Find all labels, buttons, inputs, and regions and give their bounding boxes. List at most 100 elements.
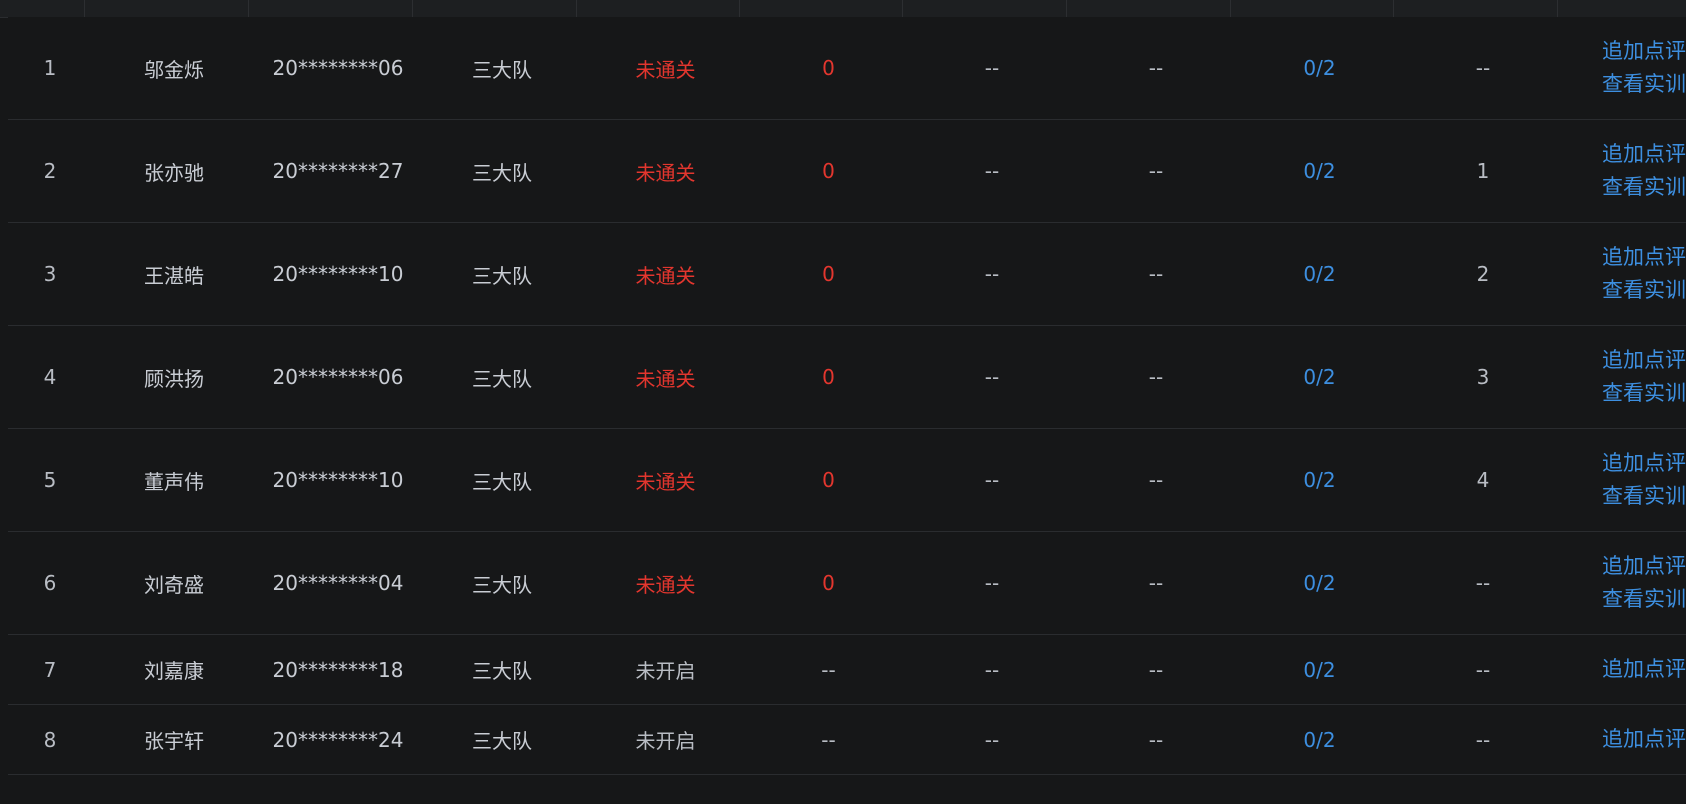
progress-value: 0/2 — [1303, 365, 1336, 389]
status-text: 未通关 — [635, 469, 696, 494]
team-name: 三大队 — [472, 729, 532, 753]
student-id: 20********24 — [272, 727, 404, 752]
row-index: 8 — [43, 727, 57, 752]
header-divider — [1557, 0, 1558, 17]
value-cell: -- — [984, 571, 1000, 595]
value-cell: -- — [1148, 262, 1164, 286]
value-cell: -- — [984, 657, 1000, 682]
row-actions: 追加点评 — [1565, 705, 1686, 774]
team-name: 三大队 — [472, 263, 532, 288]
team-name: 三大队 — [472, 469, 532, 494]
score-value: 0 — [822, 468, 835, 492]
rank-value: -- — [1475, 727, 1491, 752]
add-comment-link[interactable]: 追加点评 — [1602, 447, 1686, 480]
row-actions: 追加点评 查看实训 — [1565, 429, 1686, 531]
status-text: 未通关 — [635, 572, 696, 597]
rank-value: -- — [1475, 56, 1491, 80]
row-index: 7 — [43, 657, 57, 682]
rank-value: 3 — [1476, 365, 1490, 389]
rank-value: 4 — [1476, 468, 1490, 492]
progress-value: 0/2 — [1303, 56, 1336, 80]
view-training-link[interactable]: 查看实训 — [1602, 583, 1686, 616]
row-actions: 追加点评 查看实训 — [1565, 326, 1686, 428]
view-training-link[interactable]: 查看实训 — [1602, 68, 1686, 101]
add-comment-link[interactable]: 追加点评 — [1602, 35, 1686, 68]
student-id: 20********06 — [272, 365, 404, 389]
student-id: 20********18 — [272, 657, 404, 682]
status-text: 未通关 — [635, 263, 696, 288]
value-cell: -- — [1148, 159, 1164, 183]
header-divider — [412, 0, 413, 17]
team-name: 三大队 — [472, 572, 532, 597]
team-name: 三大队 — [472, 160, 532, 185]
row-index: 5 — [43, 468, 57, 492]
student-id: 20********10 — [272, 262, 404, 286]
status-text: 未通关 — [635, 366, 696, 391]
progress-value: 0/2 — [1303, 468, 1336, 492]
table-row: 8 张宇轩 20********24 三大队 未开启 -- -- -- 0/2 -- 追加点评 — [8, 705, 1686, 775]
score-value: 0 — [822, 365, 835, 389]
value-cell: -- — [984, 159, 1000, 183]
team-name: 三大队 — [472, 366, 532, 391]
add-comment-link[interactable]: 追加点评 — [1602, 723, 1686, 756]
row-index: 1 — [43, 56, 57, 80]
student-table: 1 邬金烁 20********06 三大队 未通关 0 -- -- 0/2 -- 追加点评 查看实训… — [8, 17, 1686, 775]
student-id: 20********06 — [272, 56, 404, 80]
student-name: 邬金烁 — [144, 57, 204, 82]
row-actions: 追加点评 查看实训 — [1565, 223, 1686, 325]
row-actions: 追加点评 — [1565, 635, 1686, 704]
progress-value: 0/2 — [1303, 262, 1336, 286]
student-name: 张亦驰 — [144, 160, 204, 185]
table-row: 5 董声伟 20********10 三大队 未通关 0 -- -- 0/2 4 追加点评 查看实训 — [8, 429, 1686, 532]
row-index: 6 — [43, 571, 57, 595]
rank-value: 2 — [1476, 262, 1490, 286]
student-name: 顾洪扬 — [144, 366, 204, 391]
add-comment-link[interactable]: 追加点评 — [1602, 138, 1686, 171]
student-id: 20********10 — [272, 468, 404, 492]
row-index: 4 — [43, 365, 57, 389]
score-value: -- — [821, 657, 836, 682]
score-value: 0 — [822, 571, 835, 595]
value-cell: -- — [1148, 571, 1164, 595]
row-actions: 追加点评 查看实训 — [1565, 17, 1686, 119]
score-value: -- — [821, 727, 836, 752]
view-training-link[interactable]: 查看实训 — [1602, 377, 1686, 410]
add-comment-link[interactable]: 追加点评 — [1602, 550, 1686, 583]
view-training-link[interactable]: 查看实训 — [1602, 274, 1686, 307]
score-value: 0 — [822, 262, 835, 286]
rank-value: -- — [1475, 571, 1491, 595]
team-name: 三大队 — [472, 659, 532, 683]
add-comment-link[interactable]: 追加点评 — [1602, 241, 1686, 274]
table-row: 2 张亦驰 20********27 三大队 未通关 0 -- -- 0/2 1 追加点评 查看实训 — [8, 120, 1686, 223]
table-row: 1 邬金烁 20********06 三大队 未通关 0 -- -- 0/2 -- 追加点评 查看实训 — [8, 17, 1686, 120]
student-name: 董声伟 — [144, 469, 204, 494]
header-divider — [1393, 0, 1394, 17]
row-actions: 追加点评 查看实训 — [1565, 532, 1686, 634]
student-name: 刘奇盛 — [144, 572, 204, 597]
header-divider — [576, 0, 577, 17]
table-row: 4 顾洪扬 20********06 三大队 未通关 0 -- -- 0/2 3 追加点评 查看实训 — [8, 326, 1686, 429]
value-cell: -- — [1148, 657, 1164, 682]
team-name: 三大队 — [472, 57, 532, 82]
value-cell: -- — [1148, 468, 1164, 492]
progress-value: 0/2 — [1303, 159, 1336, 183]
value-cell: -- — [1148, 56, 1164, 80]
progress-value: 0/2 — [1303, 657, 1336, 682]
status-text: 未开启 — [635, 659, 696, 683]
table-header-strip — [0, 0, 1686, 18]
view-training-link[interactable]: 查看实训 — [1602, 480, 1686, 513]
view-training-link[interactable]: 查看实训 — [1602, 171, 1686, 204]
header-divider — [84, 0, 85, 17]
add-comment-link[interactable]: 追加点评 — [1602, 653, 1686, 686]
add-comment-link[interactable]: 追加点评 — [1602, 344, 1686, 377]
value-cell: -- — [1148, 365, 1164, 389]
table-row: 3 王湛皓 20********10 三大队 未通关 0 -- -- 0/2 2 追加点评 查看实训 — [8, 223, 1686, 326]
rank-value: 1 — [1476, 159, 1490, 183]
progress-value: 0/2 — [1303, 727, 1336, 752]
score-value: 0 — [822, 56, 835, 80]
student-id: 20********04 — [272, 571, 404, 595]
student-name: 张宇轩 — [144, 729, 204, 753]
student-id: 20********27 — [272, 159, 404, 183]
status-text: 未通关 — [635, 160, 696, 185]
header-divider — [1230, 0, 1231, 17]
